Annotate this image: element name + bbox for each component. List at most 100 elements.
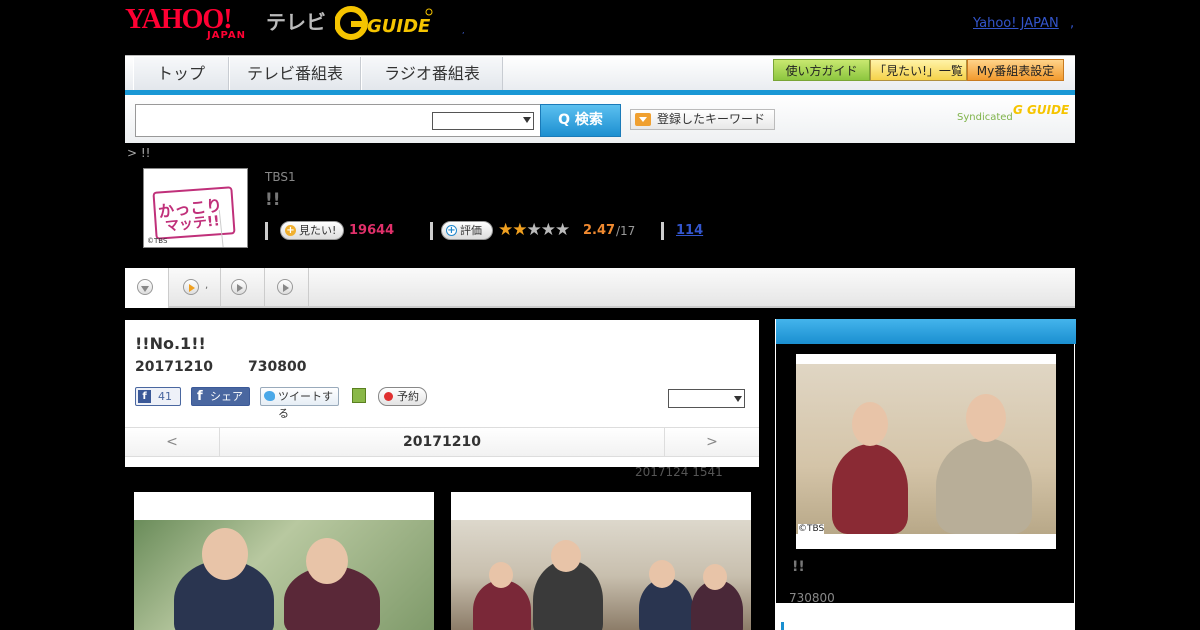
photo-scene [134,520,434,630]
photo-face [551,540,581,572]
tab-top[interactable]: トップ [133,57,229,90]
program-logo-text-2: マッテ!! [164,210,224,247]
gguide-logo[interactable]: GUIDE [334,6,435,40]
sidebar-title: !! [792,559,805,575]
chevron-down-icon [137,279,153,295]
header-link-separator: , [1070,16,1075,31]
want-button[interactable]: + 見たい! [280,221,344,240]
tweet-button[interactable]: ツイートする [260,387,339,420]
rating-stars: ★★★★★ [498,220,570,240]
tab-tv-listings[interactable]: テレビ番組表 [229,57,361,90]
program-logo-image: かっこり マッテ!! ©TBS [143,168,248,248]
episode-title: !!No.1!! [135,334,206,353]
subtab-1[interactable] [125,268,169,308]
sidebar-panel: ©TBS !! 730800 [775,319,1076,630]
date-pager: < 20171210 > [125,427,759,457]
sidebar-photo-copyright: ©TBS [798,524,825,534]
divider [661,222,664,240]
search-bar: Q 検索 登録したキーワード Syndicated G GUIDE [125,95,1075,143]
main-nav: トップ テレビ番組表 ラジオ番組表 使い方ガイド 「見たい!」一覧 My番組表設… [125,55,1075,91]
photo-face [306,538,348,584]
facebook-icon: f [138,390,151,403]
prev-day-button[interactable]: < [125,428,220,456]
photo-face [966,394,1006,442]
facebook-like-button[interactable]: f 41 [135,387,181,406]
header-dot: , [462,26,465,35]
my-settings-button[interactable]: My番組表設定 [967,59,1064,81]
yahoo-japan-link[interactable]: Yahoo! JAPAN [973,16,1059,31]
photo-face [703,564,727,590]
photo-person [832,444,908,534]
want-list-button[interactable]: 「見たい!」一覧 [870,59,967,81]
episode-date: 20171210 [135,359,213,375]
svg-text:GUIDE: GUIDE [367,16,431,37]
subtab-3[interactable] [221,268,265,308]
divider [430,222,433,240]
guide-button[interactable]: 使い方ガイド [773,59,870,81]
channel-name: TBS1 [265,170,296,184]
want-button-label: 見たい! [299,224,337,237]
photo-face [202,528,248,580]
syndicated-label: Syndicated [957,112,1013,123]
program-logo-copyright: ©TBS [147,237,168,245]
star-empty-icon: ★★★ [526,220,570,240]
photo-face [649,560,675,588]
next-day-button[interactable]: > [664,428,759,456]
sidebar-header [776,319,1076,344]
facebook-share-button[interactable]: f シェア [191,387,250,406]
facebook-icon: f [197,389,203,404]
syndicated-gguide-logo: G GUIDE [1013,103,1070,117]
calendar-add-icon[interactable] [352,388,366,403]
subtab-label: , [205,280,209,291]
sidebar-photo[interactable]: ©TBS [796,354,1056,549]
want-count: 19644 [349,223,395,238]
program-title: !! [265,190,281,210]
record-icon [384,392,393,401]
saved-keywords-label: 登録したキーワード [657,112,766,126]
chevron-down-icon [734,396,742,402]
rating-count: /17 [616,224,636,238]
tab-radio-listings[interactable]: ラジオ番組表 [361,57,503,90]
dropdown-arrow-icon [635,113,651,126]
tweet-label: ツイートする [278,390,333,420]
episode-panel: !!No.1!! 20171210 730800 f 41 f シェア ツイート… [125,320,759,467]
sidebar-accent-bar [781,622,784,630]
episode-select[interactable] [668,389,745,408]
program-subtabs [125,268,1075,308]
updated-timestamp: 2017124 1541 [635,465,723,479]
rate-button[interactable]: + 評価 [441,221,493,240]
saved-keywords-button[interactable]: 登録したキーワード [630,109,775,130]
photo-face [489,562,513,588]
reserve-label: 予約 [397,390,419,403]
photo-scene [451,520,751,630]
sidebar-bottom [776,603,1074,630]
review-count-link[interactable]: 114 [676,223,703,238]
star-filled-icon: ★★ [498,220,528,240]
reserve-button[interactable]: 予約 [378,387,427,406]
twitter-bird-icon [264,391,275,401]
yahoo-logo[interactable]: YAHOO! JAPAN [125,6,265,42]
japan-logo-text: JAPAN [207,30,246,41]
tv-logo[interactable]: テレビ [266,6,326,35]
sidebar-photo-scene [796,364,1056,534]
page: YAHOO! JAPAN テレビ GUIDE , Yahoo! JAPAN , … [0,0,1200,630]
play-icon [277,279,293,295]
share-label: シェア [210,390,243,403]
plus-icon: + [285,225,296,236]
subtab-2[interactable] [169,268,221,308]
photo-person [936,438,1032,534]
subtab-4[interactable] [265,268,309,308]
chevron-down-icon [523,117,531,123]
pager-date: 20171210 [403,434,481,450]
episode-time: 730800 [248,359,307,375]
search-button[interactable]: Q 検索 [540,104,621,137]
divider [265,222,268,240]
play-icon [231,279,247,295]
episode-photo-1[interactable] [134,492,434,630]
play-icon [183,279,199,295]
search-category-select[interactable] [432,112,534,130]
episode-photo-2[interactable] [451,492,751,630]
plus-icon: + [446,225,457,236]
photo-face [852,402,888,446]
breadcrumb: > !! [127,146,151,160]
